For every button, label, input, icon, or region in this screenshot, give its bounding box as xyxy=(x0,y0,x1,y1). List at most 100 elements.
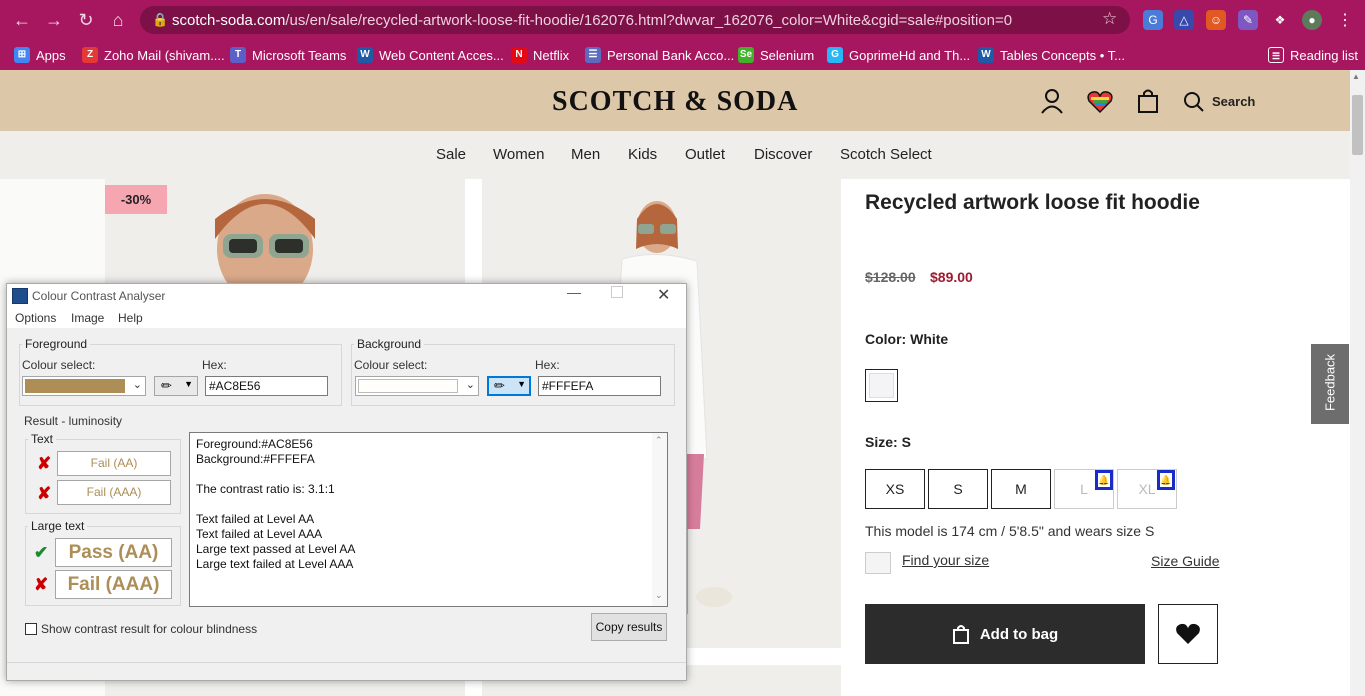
bookmark-label: Selenium xyxy=(760,47,815,63)
bookmark-label: Personal Bank Acco... xyxy=(607,47,735,63)
feedback-label: Feedback xyxy=(1322,353,1338,412)
menu-men[interactable]: Men xyxy=(571,146,600,163)
reading-list-label: Reading list xyxy=(1290,47,1358,63)
menu-kids[interactable]: Kids xyxy=(628,146,657,163)
add-to-bag-button[interactable]: Add to bag xyxy=(865,604,1145,664)
fg-eyedropper-button[interactable]: ✏ ▼ xyxy=(154,376,198,396)
extension-figure-icon[interactable]: ☺ xyxy=(1206,10,1226,30)
dropdown-arrow-icon: ▼ xyxy=(184,379,193,389)
menu-discover[interactable]: Discover xyxy=(754,146,812,163)
search-label[interactable]: Search xyxy=(1212,94,1255,109)
result-details-text[interactable]: Foreground:#AC8E56 Background:#FFFEFA Th… xyxy=(189,432,668,607)
account-icon[interactable] xyxy=(1040,88,1064,114)
heart-icon xyxy=(1176,623,1200,644)
shopping-bag-icon[interactable] xyxy=(1137,88,1159,114)
bookmark-apps[interactable]: ⊞ Apps xyxy=(14,44,66,66)
bookmark-bank[interactable]: ☰ Personal Bank Acco... xyxy=(585,44,734,66)
profile-avatar[interactable]: ● xyxy=(1302,10,1322,30)
bg-colour-dropdown[interactable]: ⌄ xyxy=(355,376,479,396)
home-icon[interactable]: ⌂ xyxy=(106,8,130,32)
bookmark-zoho[interactable]: Z Zoho Mail (shivam.... xyxy=(82,44,225,66)
zoho-icon: Z xyxy=(82,47,98,63)
fail-cross-icon: ✘ xyxy=(34,575,49,594)
scroll-up-icon[interactable]: ⌃ xyxy=(655,435,663,446)
bookmark-selenium[interactable]: Se Selenium xyxy=(738,44,814,66)
bookmark-wcag[interactable]: W Web Content Acces... xyxy=(357,44,504,66)
colour-blindness-checkbox[interactable] xyxy=(25,623,37,635)
scrollbar-thumb[interactable] xyxy=(1352,95,1363,155)
chrome-menu-icon[interactable]: ⋮ xyxy=(1337,10,1353,30)
heart-rainbow-icon[interactable] xyxy=(1087,90,1113,114)
apps-grid-icon: ⊞ xyxy=(14,47,30,63)
maximize-icon[interactable] xyxy=(611,286,623,298)
lock-icon[interactable]: 🔒 xyxy=(152,12,168,28)
copy-results-button[interactable]: Copy results xyxy=(591,613,667,641)
extensions-puzzle-icon[interactable]: ❖ xyxy=(1270,10,1290,30)
url-host: scotch-soda.com xyxy=(172,12,286,29)
bg-eyedropper-button[interactable]: ✏ ▼ xyxy=(487,376,531,396)
background-heading: Background xyxy=(354,337,425,351)
netflix-icon: N xyxy=(511,47,527,63)
menu-help[interactable]: Help xyxy=(118,311,143,325)
back-arrow-icon[interactable]: ← xyxy=(10,8,34,32)
color-swatch-white[interactable] xyxy=(865,369,898,402)
wishlist-button[interactable] xyxy=(1158,604,1218,664)
original-price: $128.00 xyxy=(865,269,916,285)
foreground-heading: Foreground xyxy=(22,337,91,351)
menu-image[interactable]: Image xyxy=(71,311,104,325)
fail-cross-icon: ✘ xyxy=(37,484,52,503)
extension-pen-icon[interactable]: ✎ xyxy=(1238,10,1258,30)
extension-triangle-icon[interactable]: △ xyxy=(1174,10,1194,30)
eyedropper-icon: ✏ xyxy=(161,378,172,393)
text-heading: Text xyxy=(28,432,57,446)
w3c-icon: W xyxy=(978,47,994,63)
notify-bell-icon[interactable]: 🔔 xyxy=(1157,470,1175,490)
feedback-tab[interactable]: Feedback xyxy=(1311,344,1349,424)
menu-sale[interactable]: Sale xyxy=(436,146,466,163)
find-your-size-link[interactable]: Find your size xyxy=(902,552,989,568)
menu-outlet[interactable]: Outlet xyxy=(685,146,725,163)
bookmark-label: Tables Concepts • T... xyxy=(1000,47,1125,63)
bg-hex-input[interactable]: #FFFEFA xyxy=(538,376,661,396)
bookmark-teams[interactable]: T Microsoft Teams xyxy=(230,44,346,66)
colour-contrast-analyser-window: Colour Contrast Analyser — ✕ Options Ima… xyxy=(6,283,687,681)
menu-options[interactable]: Options xyxy=(15,311,56,325)
size-m[interactable]: M xyxy=(991,469,1051,509)
bookmark-netflix[interactable]: N Netflix xyxy=(511,44,569,66)
bookmark-star-icon[interactable]: ☆ xyxy=(1102,9,1117,29)
reload-icon[interactable]: ↻ xyxy=(74,8,98,32)
reading-list[interactable]: ☰ Reading list xyxy=(1268,44,1358,66)
shopping-bag-icon xyxy=(952,625,969,644)
translate-extension-icon[interactable]: G xyxy=(1143,10,1163,30)
result-scrollbar[interactable] xyxy=(652,433,667,606)
size-s[interactable]: S xyxy=(928,469,988,509)
close-icon[interactable]: ✕ xyxy=(657,285,670,305)
size-guide-link[interactable]: Size Guide xyxy=(1151,553,1219,569)
teams-icon: T xyxy=(230,47,246,63)
scroll-down-icon[interactable]: ⌄ xyxy=(655,590,663,601)
page-scrollbar[interactable] xyxy=(1350,70,1365,696)
menu-women[interactable]: Women xyxy=(493,146,544,163)
size-xs[interactable]: XS xyxy=(865,469,925,509)
eyedropper-icon: ✏ xyxy=(494,378,505,393)
url-path: /us/en/sale/recycled-artwork-loose-fit-h… xyxy=(285,12,1013,29)
discount-badge: -30% xyxy=(105,185,167,214)
menu-scotch-select[interactable]: Scotch Select xyxy=(840,146,932,163)
fg-colour-dropdown[interactable]: ⌄ xyxy=(22,376,146,396)
search-icon[interactable] xyxy=(1183,91,1205,113)
url-text[interactable]: scotch-soda.com/us/en/sale/recycled-artw… xyxy=(172,12,1012,29)
site-logo[interactable]: SCOTCH & SODA xyxy=(552,86,798,118)
bookmark-label: Microsoft Teams xyxy=(252,47,347,63)
scroll-up-arrow-icon[interactable]: ▲ xyxy=(1352,72,1360,81)
bookmark-goprime[interactable]: G GoprimeHd and Th... xyxy=(827,44,970,66)
foreground-group: Foreground xyxy=(19,337,342,406)
chevron-down-icon: ⌄ xyxy=(132,379,142,391)
w3c-icon: W xyxy=(357,47,373,63)
bookmark-label: Netflix xyxy=(533,47,570,63)
forward-arrow-icon[interactable]: → xyxy=(42,8,66,32)
large-aaa-result: Fail (AAA) xyxy=(55,570,172,599)
minimize-icon[interactable]: — xyxy=(567,284,581,300)
fg-hex-input[interactable]: #AC8E56 xyxy=(205,376,328,396)
bookmark-tables[interactable]: W Tables Concepts • T... xyxy=(978,44,1125,66)
notify-bell-icon[interactable]: 🔔 xyxy=(1095,470,1113,490)
